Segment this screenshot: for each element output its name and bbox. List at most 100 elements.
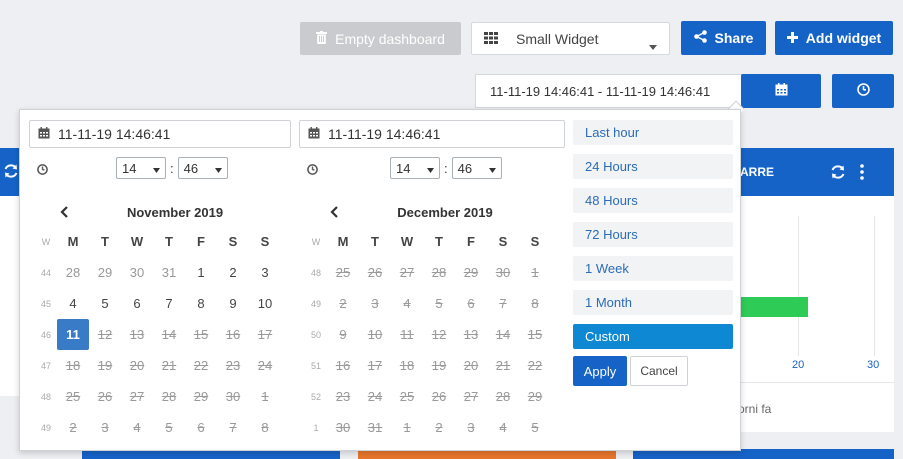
share-button[interactable]: Share bbox=[681, 21, 766, 55]
start-hour-value: 14 bbox=[122, 160, 137, 176]
calendar-day: 21 bbox=[495, 358, 511, 373]
calendar-button[interactable] bbox=[741, 74, 821, 108]
end-date-value: 11-11-19 14:46:41 bbox=[328, 126, 441, 142]
widget-footer-text: orni fa bbox=[738, 402, 772, 416]
calendar-day: 29 bbox=[527, 389, 543, 404]
calendar-grid: W M T W T F S S 44 28 29 30 31 1 2 3 45 4 5 6 7 8 9 10 46 11 12 13 1… bbox=[35, 226, 295, 443]
grid-icon bbox=[484, 31, 498, 47]
end-hour-select[interactable]: 14 bbox=[390, 157, 440, 179]
calendar-grid: W M T W T F S S 48 25 26 27 28 29 30 1 49 2 3 4 5 6 7 8 50 9 10 11 1… bbox=[305, 226, 565, 443]
add-widget-button[interactable]: Add widget bbox=[775, 21, 893, 55]
calendar-day: 17 bbox=[367, 358, 383, 373]
end-minute-select[interactable]: 46 bbox=[451, 157, 502, 179]
calendar-header: November 2019 bbox=[35, 198, 295, 226]
calendar-day[interactable]: 31 bbox=[153, 257, 185, 288]
calendar-day: 5 bbox=[531, 420, 539, 435]
caret-down-icon bbox=[153, 161, 160, 176]
calendar-day: 13 bbox=[129, 327, 145, 342]
calendar-day: 9 bbox=[339, 327, 347, 342]
calendar-day: 2 bbox=[339, 296, 347, 311]
weekday-header: T bbox=[435, 234, 443, 249]
range-option-custom[interactable]: Custom bbox=[573, 324, 733, 349]
calendar-day[interactable]: 29 bbox=[89, 257, 121, 288]
cancel-button[interactable]: Cancel bbox=[630, 356, 688, 386]
calendar-day[interactable]: 2 bbox=[217, 257, 249, 288]
calendar-day: 8 bbox=[531, 296, 539, 311]
calendar-day: 6 bbox=[467, 296, 475, 311]
calendar-day: 22 bbox=[193, 358, 209, 373]
calendar-day[interactable]: 10 bbox=[249, 288, 281, 319]
range-option-72-hours[interactable]: 72 Hours bbox=[573, 222, 733, 247]
date-range-value: 11-11-19 14:46:41 - 11-11-19 14:46:41 bbox=[490, 83, 711, 99]
calendar-day: 28 bbox=[495, 389, 511, 404]
kebab-menu-icon[interactable] bbox=[860, 164, 864, 183]
week-number: 49 bbox=[40, 422, 51, 433]
end-date-field[interactable]: 11-11-19 14:46:41 bbox=[299, 120, 565, 148]
calendar-day[interactable]: 4 bbox=[57, 288, 89, 319]
calendar-day: 28 bbox=[161, 389, 177, 404]
calendar-day[interactable]: 1 bbox=[185, 257, 217, 288]
quick-range-list: Last hour 24 Hours 48 Hours 72 Hours 1 Week 1… bbox=[573, 120, 733, 358]
calendar-day[interactable]: 7 bbox=[153, 288, 185, 319]
start-date-field[interactable]: 11-11-19 14:46:41 bbox=[29, 120, 291, 148]
range-option-48-hours[interactable]: 48 Hours bbox=[573, 188, 733, 213]
weekday-header: T bbox=[371, 234, 379, 249]
start-hour-select[interactable]: 14 bbox=[116, 157, 166, 179]
calendar-icon bbox=[308, 126, 320, 142]
calendar-day: 12 bbox=[431, 327, 447, 342]
empty-dashboard-button[interactable]: Empty dashboard bbox=[300, 22, 461, 55]
widget-size-select[interactable]: Small Widget bbox=[471, 22, 670, 55]
clock-button[interactable] bbox=[832, 74, 894, 108]
refresh-icon[interactable] bbox=[3, 163, 19, 182]
calendar-day[interactable]: 5 bbox=[89, 288, 121, 319]
axis-tick-label: 30 bbox=[867, 359, 880, 371]
clock-icon bbox=[37, 163, 48, 178]
range-option-1-month[interactable]: 1 Month bbox=[573, 290, 733, 315]
calendar-day[interactable]: 9 bbox=[217, 288, 249, 319]
calendar-day[interactable]: 6 bbox=[121, 288, 153, 319]
calendar-day: 4 bbox=[133, 420, 141, 435]
weekday-header: S bbox=[530, 234, 540, 249]
calendar-day: 22 bbox=[527, 358, 543, 373]
calendar-day: 20 bbox=[129, 358, 145, 373]
end-time-row: 14 : 46 bbox=[390, 157, 502, 179]
calendar-day: 24 bbox=[367, 389, 383, 404]
week-number: 48 bbox=[310, 267, 321, 278]
share-icon bbox=[693, 30, 707, 46]
calendar-day: 8 bbox=[261, 420, 269, 435]
calendar-day: 27 bbox=[399, 265, 415, 280]
calendar-day[interactable]: 3 bbox=[249, 257, 281, 288]
range-option-last-hour[interactable]: Last hour bbox=[573, 120, 733, 145]
start-date-value: 11-11-19 14:46:41 bbox=[58, 126, 171, 142]
week-number: 48 bbox=[40, 391, 51, 402]
calendar-day[interactable]: 30 bbox=[121, 257, 153, 288]
calendar-day: 23 bbox=[225, 358, 241, 373]
calendar-icon bbox=[38, 126, 50, 142]
calendar-day: 27 bbox=[463, 389, 479, 404]
calendar-day: 29 bbox=[463, 265, 479, 280]
refresh-icon[interactable] bbox=[830, 164, 846, 183]
start-minute-select[interactable]: 46 bbox=[177, 157, 228, 179]
apply-button[interactable]: Apply bbox=[573, 356, 627, 386]
range-option-1-week[interactable]: 1 Week bbox=[573, 256, 733, 281]
calendar-november: November 2019 W M T W T F S S 44 28 29 30 31 1 2 3 45 4 5 6… bbox=[35, 198, 295, 443]
calendar-day[interactable]: 28 bbox=[57, 257, 89, 288]
caret-down-icon bbox=[427, 161, 434, 176]
calendar-icon bbox=[775, 83, 788, 99]
end-minute-value: 46 bbox=[457, 160, 473, 176]
chevron-left-icon[interactable] bbox=[57, 204, 73, 220]
calendar-day[interactable]: 8 bbox=[185, 288, 217, 319]
chevron-left-icon[interactable] bbox=[327, 204, 343, 220]
range-option-24-hours[interactable]: 24 Hours bbox=[573, 154, 733, 179]
week-number: 1 bbox=[313, 422, 319, 433]
calendar-day: 15 bbox=[193, 327, 209, 342]
calendar-day: 7 bbox=[499, 296, 507, 311]
calendar-day: 19 bbox=[431, 358, 447, 373]
date-range-input[interactable]: 11-11-19 14:46:41 - 11-11-19 14:46:41 bbox=[475, 74, 742, 108]
calendar-day: 5 bbox=[435, 296, 443, 311]
calendar-day: 20 bbox=[463, 358, 479, 373]
caret-down-icon bbox=[214, 161, 222, 176]
calendar-month-title: November 2019 bbox=[126, 204, 224, 220]
calendar-day-selected[interactable]: 11 bbox=[57, 319, 89, 350]
week-number-header: W bbox=[41, 236, 51, 247]
